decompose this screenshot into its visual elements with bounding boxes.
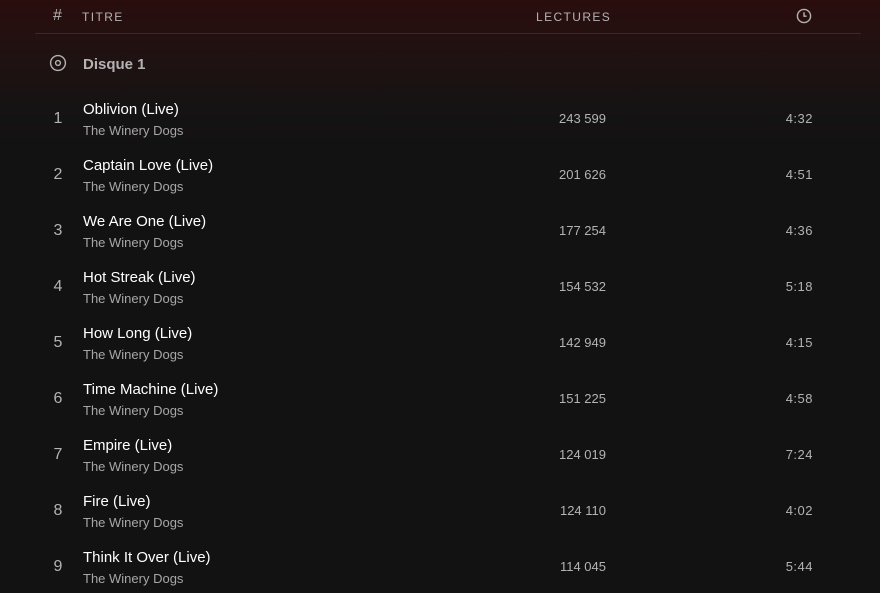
track-duration: 4:15 [785,335,813,350]
track-number: 9 [53,558,63,575]
track-row[interactable]: 4 Hot Streak (Live) The Winery Dogs 154 … [0,260,880,316]
track-title[interactable]: Think It Over (Live) [83,549,211,566]
track-artist[interactable]: The Winery Dogs [83,291,183,306]
track-artist[interactable]: The Winery Dogs [83,403,183,418]
tracklist-page: # TITRE LECTURES Disque 1 1 Oblivion (Li… [0,0,880,593]
disc-section-header: Disque 1 [0,34,880,94]
disc-icon [49,54,67,72]
track-plays: 124 110 [559,503,606,518]
track-duration: 4:51 [785,167,813,182]
track-duration: 4:58 [785,391,813,406]
column-title-header: TITRE [82,10,124,24]
track-plays: 177 254 [559,223,606,238]
track-title[interactable]: Time Machine (Live) [83,381,218,398]
track-number: 4 [53,278,63,295]
track-number: 7 [53,446,63,463]
track-number: 1 [53,110,63,127]
track-number: 6 [53,390,63,407]
track-artist[interactable]: The Winery Dogs [83,515,183,530]
track-title[interactable]: Hot Streak (Live) [83,269,196,286]
track-plays: 142 949 [559,335,606,350]
track-plays: 151 225 [559,391,606,406]
track-duration: 4:36 [785,223,813,238]
track-number: 3 [53,222,63,239]
clock-icon [796,8,812,24]
track-artist[interactable]: The Winery Dogs [83,459,183,474]
track-plays: 114 045 [559,559,606,574]
track-title[interactable]: Fire (Live) [83,493,151,510]
track-artist[interactable]: The Winery Dogs [83,235,183,250]
disc-label: Disque 1 [83,56,146,73]
track-plays: 154 532 [559,279,606,294]
track-duration: 5:44 [785,559,813,574]
track-plays: 201 626 [559,167,606,182]
track-title[interactable]: How Long (Live) [83,325,192,342]
track-number: 5 [53,334,63,351]
track-row[interactable]: 8 Fire (Live) The Winery Dogs 124 110 4:… [0,484,880,540]
track-duration: 7:24 [785,447,813,462]
track-row[interactable]: 1 Oblivion (Live) The Winery Dogs 243 59… [0,92,880,148]
track-row[interactable]: 6 Time Machine (Live) The Winery Dogs 15… [0,372,880,428]
track-duration: 5:18 [785,279,813,294]
column-number-header: # [53,7,62,24]
track-artist[interactable]: The Winery Dogs [83,571,183,586]
column-plays-header: LECTURES [536,10,612,24]
track-number: 2 [53,166,63,183]
track-duration: 4:32 [785,111,813,126]
tracklist-header: # TITRE LECTURES [35,0,861,34]
track-row[interactable]: 9 Think It Over (Live) The Winery Dogs 1… [0,540,880,593]
track-row[interactable]: 5 How Long (Live) The Winery Dogs 142 94… [0,316,880,372]
track-duration: 4:02 [785,503,813,518]
track-title[interactable]: Oblivion (Live) [83,101,179,118]
track-title[interactable]: Captain Love (Live) [83,157,213,174]
track-number: 8 [53,502,63,519]
track-plays: 243 599 [559,111,606,126]
track-row[interactable]: 2 Captain Love (Live) The Winery Dogs 20… [0,148,880,204]
track-artist[interactable]: The Winery Dogs [83,347,183,362]
track-title[interactable]: Empire (Live) [83,437,172,454]
track-row[interactable]: 3 We Are One (Live) The Winery Dogs 177 … [0,204,880,260]
track-title[interactable]: We Are One (Live) [83,213,206,230]
track-plays: 124 019 [559,447,606,462]
track-artist[interactable]: The Winery Dogs [83,179,183,194]
track-row[interactable]: 7 Empire (Live) The Winery Dogs 124 019 … [0,428,880,484]
track-artist[interactable]: The Winery Dogs [83,123,183,138]
